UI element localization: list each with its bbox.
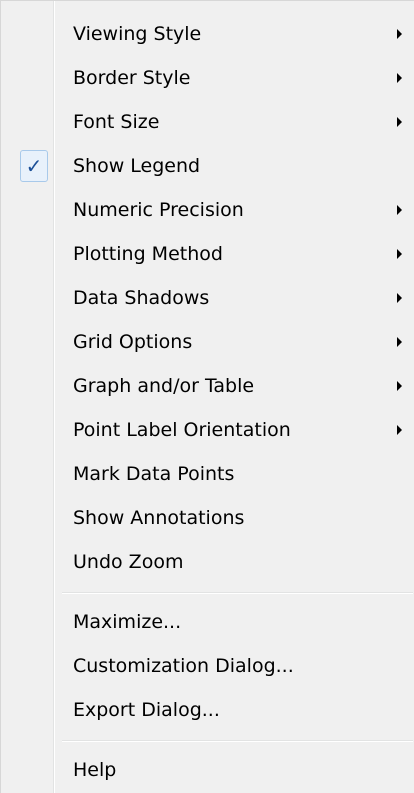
- submenu-arrow-icon: [397, 293, 402, 303]
- menu-item-grid-options[interactable]: Grid Options: [1, 320, 413, 364]
- submenu-arrow-icon: [397, 425, 402, 435]
- menu-item-label: Help: [73, 759, 117, 781]
- menu-item-point-label-orientation[interactable]: Point Label Orientation: [1, 408, 413, 452]
- menu-item-label: Show Legend: [73, 155, 201, 177]
- menu-item-label: Numeric Precision: [73, 199, 244, 221]
- submenu-arrow-icon: [397, 205, 402, 215]
- menu-item-label: Export Dialog...: [73, 699, 220, 721]
- menu-item-label: Viewing Style: [73, 23, 202, 45]
- checkmark-icon: ✓: [20, 150, 48, 182]
- menu-item-graph-and-or-table[interactable]: Graph and/or Table: [1, 364, 413, 408]
- menu-item-label: Font Size: [73, 111, 160, 133]
- menu-item-data-shadows[interactable]: Data Shadows: [1, 276, 413, 320]
- submenu-arrow-icon: [397, 73, 402, 83]
- menu-item-label: Maximize...: [73, 611, 182, 633]
- menu-item-mark-data-points[interactable]: Mark Data Points: [1, 452, 413, 496]
- menu-item-customization-dialog[interactable]: Customization Dialog...: [1, 644, 413, 688]
- menu-item-label: Customization Dialog...: [73, 655, 294, 677]
- menu-item-help[interactable]: Help: [1, 748, 413, 792]
- submenu-arrow-icon: [397, 337, 402, 347]
- menu-separator: [62, 592, 413, 594]
- menu-item-show-legend[interactable]: ✓ Show Legend: [1, 144, 413, 188]
- submenu-arrow-icon: [397, 29, 402, 39]
- menu-item-label: Graph and/or Table: [73, 375, 255, 397]
- menu-item-label: Grid Options: [73, 331, 193, 353]
- menu-item-label: Undo Zoom: [73, 551, 184, 573]
- menu-item-show-annotations[interactable]: Show Annotations: [1, 496, 413, 540]
- menu-item-label: Data Shadows: [73, 287, 210, 309]
- menu-item-plotting-method[interactable]: Plotting Method: [1, 232, 413, 276]
- menu-item-font-size[interactable]: Font Size: [1, 100, 413, 144]
- menu-item-maximize[interactable]: Maximize...: [1, 600, 413, 644]
- menu-item-numeric-precision[interactable]: Numeric Precision: [1, 188, 413, 232]
- menu-item-viewing-style[interactable]: Viewing Style: [1, 12, 413, 56]
- menu-item-label: Plotting Method: [73, 243, 223, 265]
- menu-item-undo-zoom[interactable]: Undo Zoom: [1, 540, 413, 584]
- menu-separator: [62, 740, 413, 742]
- submenu-arrow-icon: [397, 117, 402, 127]
- menu-item-label: Point Label Orientation: [73, 419, 291, 441]
- menu-item-label: Border Style: [73, 67, 191, 89]
- menu-item-label: Mark Data Points: [73, 463, 235, 485]
- context-menu: Viewing Style Border Style Font Size ✓ S…: [0, 0, 414, 793]
- menu-item-export-dialog[interactable]: Export Dialog...: [1, 688, 413, 732]
- menu-item-border-style[interactable]: Border Style: [1, 56, 413, 100]
- submenu-arrow-icon: [397, 249, 402, 259]
- menu-item-label: Show Annotations: [73, 507, 245, 529]
- submenu-arrow-icon: [397, 381, 402, 391]
